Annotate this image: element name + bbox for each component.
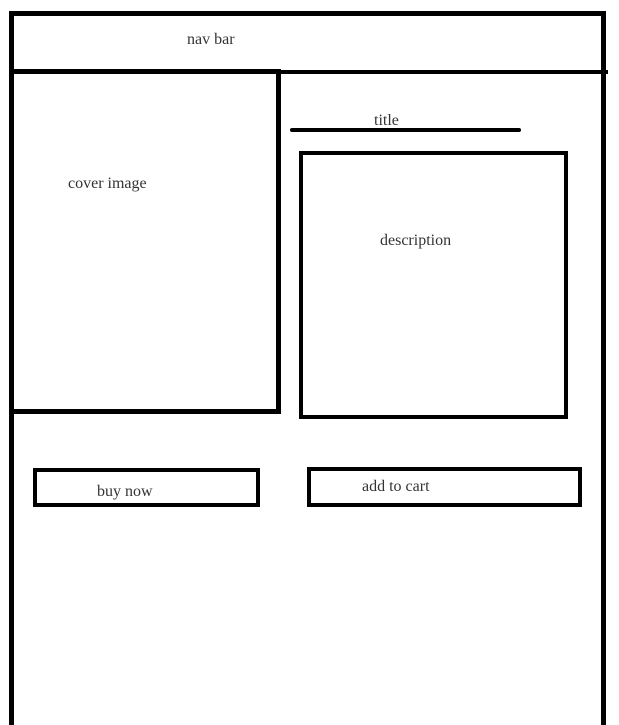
page-frame-top [9, 11, 606, 16]
add-to-cart-button[interactable] [307, 467, 582, 507]
product-description-label: description [380, 232, 452, 249]
product-description-box [299, 151, 568, 419]
buy-now-button[interactable] [33, 468, 260, 507]
nav-bar-label: nav bar [187, 31, 235, 48]
cover-image-placeholder [9, 69, 281, 414]
cover-image-label: cover image [68, 175, 147, 192]
page-frame-right [601, 11, 606, 725]
product-title-underline [290, 128, 521, 132]
